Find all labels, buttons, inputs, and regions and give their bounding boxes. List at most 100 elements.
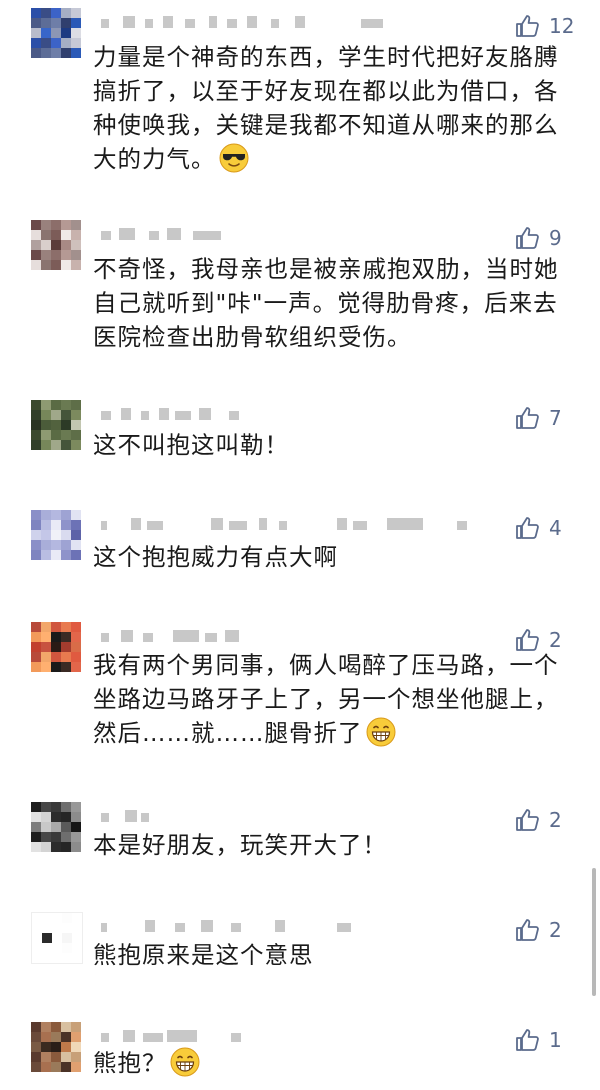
like-count: 4	[549, 516, 562, 540]
avatar-pixel	[31, 28, 41, 38]
username-blur	[143, 633, 153, 642]
avatar-pixel	[61, 652, 71, 662]
avatar-pixel	[41, 642, 51, 652]
avatar-pixel	[41, 802, 51, 812]
avatar-pixel	[71, 1052, 81, 1062]
avatar-pixel	[51, 410, 61, 420]
avatar-pixel	[41, 520, 51, 530]
avatar-pixel	[32, 913, 42, 923]
avatar-pixel	[31, 632, 41, 642]
avatar-pixel	[51, 1022, 61, 1032]
avatar-pixel	[61, 520, 71, 530]
like-button[interactable]: 4	[514, 514, 562, 542]
username[interactable]	[101, 808, 421, 826]
avatar-pixel	[32, 923, 42, 933]
avatar-pixel	[41, 662, 51, 672]
username-blur	[141, 411, 149, 420]
username-blur	[175, 411, 191, 420]
avatar-pixel	[61, 622, 71, 632]
avatar[interactable]	[31, 400, 81, 450]
avatar-pixel	[51, 420, 61, 430]
avatar-pixel	[61, 510, 71, 520]
like-count: 7	[549, 406, 562, 430]
username-blur	[167, 228, 181, 240]
avatar-pixel	[71, 48, 81, 58]
sunglasses-emoji	[219, 143, 249, 173]
avatar-pixel	[61, 530, 71, 540]
avatar-pixel	[41, 420, 51, 430]
avatar-pixel	[51, 240, 61, 250]
avatar-pixel	[31, 410, 41, 420]
avatar-pixel	[31, 260, 41, 270]
username[interactable]	[101, 918, 421, 936]
avatar-pixel	[31, 18, 41, 28]
comment-text: 我有两个男同事，俩人喝醉了压马路，一个坐路边马路牙子上了，另一个想坐他腿上，然后…	[93, 651, 559, 747]
avatar-pixel	[71, 1032, 81, 1042]
avatar-pixel	[31, 1042, 41, 1052]
avatar-pixel	[41, 1052, 51, 1062]
like-count: 12	[549, 14, 575, 38]
username[interactable]	[101, 14, 421, 32]
avatar-pixel	[41, 530, 51, 540]
avatar-pixel	[51, 510, 61, 520]
avatar-pixel	[61, 662, 71, 672]
avatar[interactable]	[31, 1022, 81, 1072]
avatar-pixel	[71, 410, 81, 420]
avatar-pixel	[71, 662, 81, 672]
avatar-pixel	[61, 420, 71, 430]
avatar-pixel	[61, 430, 71, 440]
avatar-pixel	[31, 400, 41, 410]
avatar[interactable]	[31, 622, 81, 672]
username-blur	[199, 408, 211, 420]
avatar-pixel	[51, 1062, 61, 1072]
username-blur	[101, 411, 111, 420]
avatar-pixel	[61, 540, 71, 550]
avatar-pixel	[51, 530, 61, 540]
avatar-pixel	[41, 1042, 51, 1052]
avatar[interactable]	[31, 912, 83, 964]
avatar-pixel	[71, 842, 81, 852]
avatar-pixel	[72, 923, 82, 933]
avatar-pixel	[31, 652, 41, 662]
username-blur	[337, 518, 347, 530]
avatar[interactable]	[31, 220, 81, 270]
avatar-pixel	[31, 530, 41, 540]
username[interactable]	[101, 226, 421, 244]
username[interactable]	[101, 516, 467, 534]
like-button[interactable]: 12	[514, 12, 574, 40]
username[interactable]	[101, 1028, 421, 1046]
avatar-pixel	[62, 923, 72, 933]
username-blur	[149, 231, 159, 240]
username[interactable]	[101, 628, 421, 646]
username-blur	[225, 630, 239, 642]
avatar-pixel	[31, 520, 41, 530]
like-button[interactable]: 9	[514, 224, 562, 252]
username-blur	[125, 810, 137, 822]
avatar-pixel	[41, 550, 51, 560]
avatar[interactable]	[31, 8, 81, 58]
avatar-pixel	[51, 48, 61, 58]
avatar[interactable]	[31, 802, 81, 852]
avatar-pixel	[51, 440, 61, 450]
avatar-pixel	[61, 48, 71, 58]
username-blur	[361, 19, 383, 28]
username-blur	[145, 19, 153, 28]
avatar-pixel	[42, 913, 52, 923]
avatar-pixel	[61, 1032, 71, 1042]
scrollbar[interactable]	[592, 868, 596, 996]
username-blur	[173, 630, 199, 642]
avatar-pixel	[31, 540, 41, 550]
username[interactable]	[101, 406, 421, 424]
username-blur	[353, 521, 367, 530]
avatar-pixel	[41, 652, 51, 662]
avatar-pixel	[61, 400, 71, 410]
avatar[interactable]	[31, 510, 81, 560]
username-blur	[227, 19, 237, 28]
avatar-pixel	[51, 230, 61, 240]
avatar-pixel	[61, 1022, 71, 1032]
avatar-pixel	[31, 48, 41, 58]
avatar-pixel	[32, 943, 42, 953]
avatar-pixel	[41, 1022, 51, 1032]
username-blur	[159, 408, 169, 420]
username-blur	[337, 923, 351, 932]
